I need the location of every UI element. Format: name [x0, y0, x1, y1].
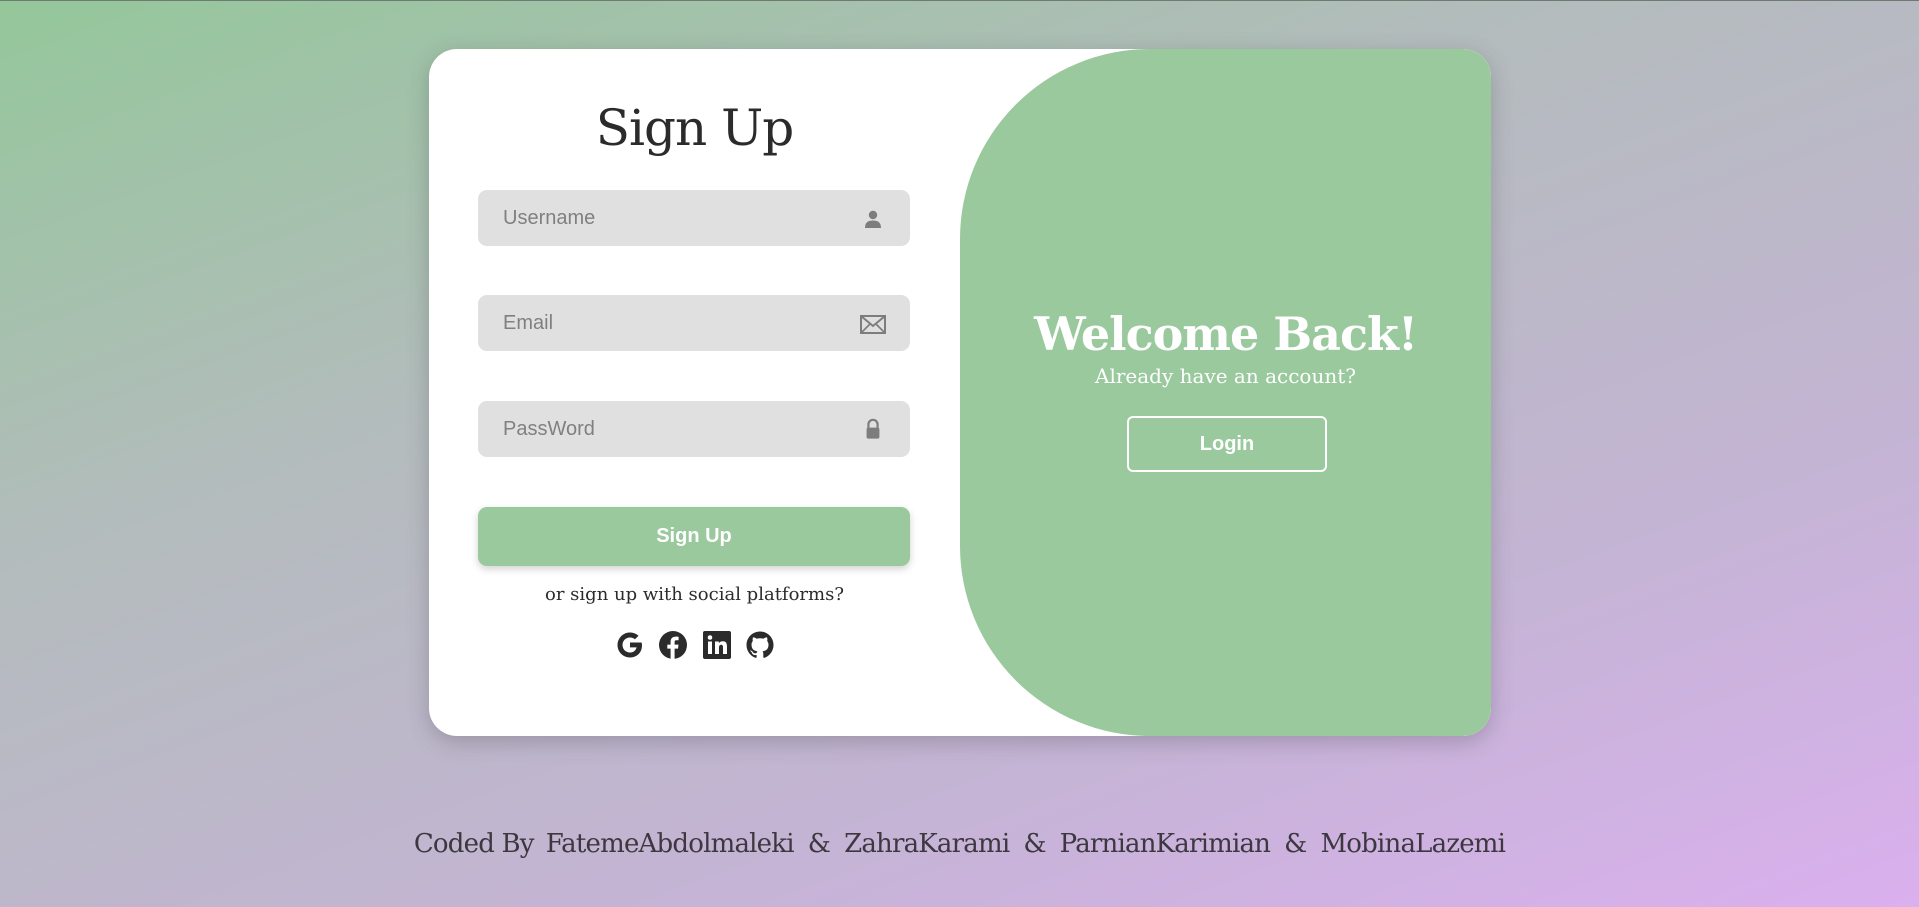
password-field — [478, 401, 910, 457]
linkedin-icon[interactable] — [701, 629, 733, 661]
facebook-icon[interactable] — [657, 629, 689, 661]
footer-author: MobinaLazemi — [1320, 829, 1506, 859]
login-button[interactable]: Login — [1127, 416, 1327, 472]
footer-author: ZahraKarami — [844, 829, 1010, 859]
footer-credits: Coded By FatemeAbdolmaleki & ZahraKarami… — [0, 829, 1919, 859]
signup-title: Sign Up — [595, 99, 795, 157]
envelope-icon — [860, 315, 886, 334]
email-input[interactable] — [478, 295, 910, 351]
top-border-line — [0, 0, 1919, 1]
google-icon[interactable] — [614, 629, 646, 661]
welcome-panel — [960, 49, 1491, 736]
auth-card: Sign Up Sign Up or sign up with — [429, 49, 1491, 736]
lock-icon — [866, 418, 880, 439]
email-field — [478, 295, 910, 351]
already-account-text: Already have an account? — [1095, 364, 1356, 388]
footer-author: ParnianKarimian — [1059, 829, 1271, 859]
username-field — [478, 190, 910, 246]
footer-prefix: Coded By — [413, 829, 535, 859]
password-input[interactable] — [478, 401, 910, 457]
footer-separator: & — [807, 829, 831, 859]
welcome-heading: Welcome Back! — [1033, 307, 1418, 361]
user-icon — [865, 210, 881, 228]
github-icon[interactable] — [744, 629, 776, 661]
signup-form: Sign Up Sign Up or sign up with — [429, 49, 960, 736]
username-input[interactable] — [478, 190, 910, 246]
footer-separator: & — [1023, 829, 1046, 859]
social-signup-text: or sign up with social platforms? — [545, 584, 844, 605]
signup-button[interactable]: Sign Up — [478, 507, 910, 566]
footer-separator: & — [1284, 829, 1307, 859]
footer-author: FatemeAbdolmaleki — [545, 829, 795, 859]
social-icons — [614, 628, 776, 662]
